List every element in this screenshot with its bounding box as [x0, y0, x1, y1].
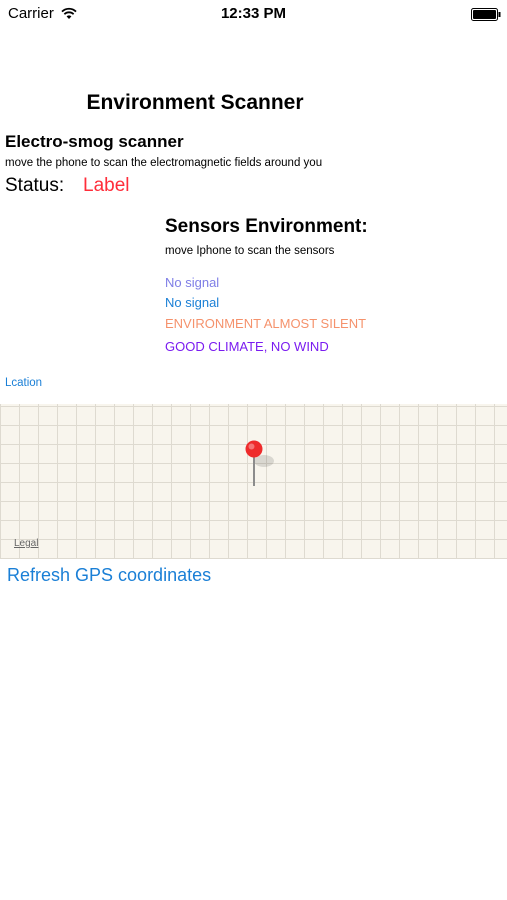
status-bar: Carrier 12:33 PM [0, 0, 507, 28]
sensor-reading-4: GOOD CLIMATE, NO WIND [165, 339, 329, 354]
sensor-reading-2: No signal [165, 295, 220, 310]
sensors-subtitle: move Iphone to scan the sensors [165, 245, 335, 257]
status-label: Status: [5, 175, 65, 196]
clock-time: 12:33 PM [220, 5, 287, 22]
map-legal-link[interactable]: Legal [14, 538, 38, 549]
electrosmog-subtitle: move the phone to scan the electromagnet… [5, 157, 323, 169]
refresh-gps-button[interactable]: Refresh GPS coordinates [7, 565, 211, 586]
status-value: Label [83, 175, 130, 196]
battery-icon [471, 8, 501, 21]
page-title: Environment Scanner [86, 91, 304, 114]
electrosmog-title: Electro-smog scanner [5, 132, 184, 151]
map-pin-icon[interactable] [240, 436, 280, 496]
sensor-reading-3: ENVIRONMENT ALMOST SILENT [165, 316, 367, 331]
location-link[interactable]: Lcation [5, 377, 42, 389]
sensor-reading-1: No signal [165, 275, 220, 290]
map-view[interactable]: Legal [0, 404, 507, 559]
sensors-title: Sensors Environment: [165, 216, 368, 237]
